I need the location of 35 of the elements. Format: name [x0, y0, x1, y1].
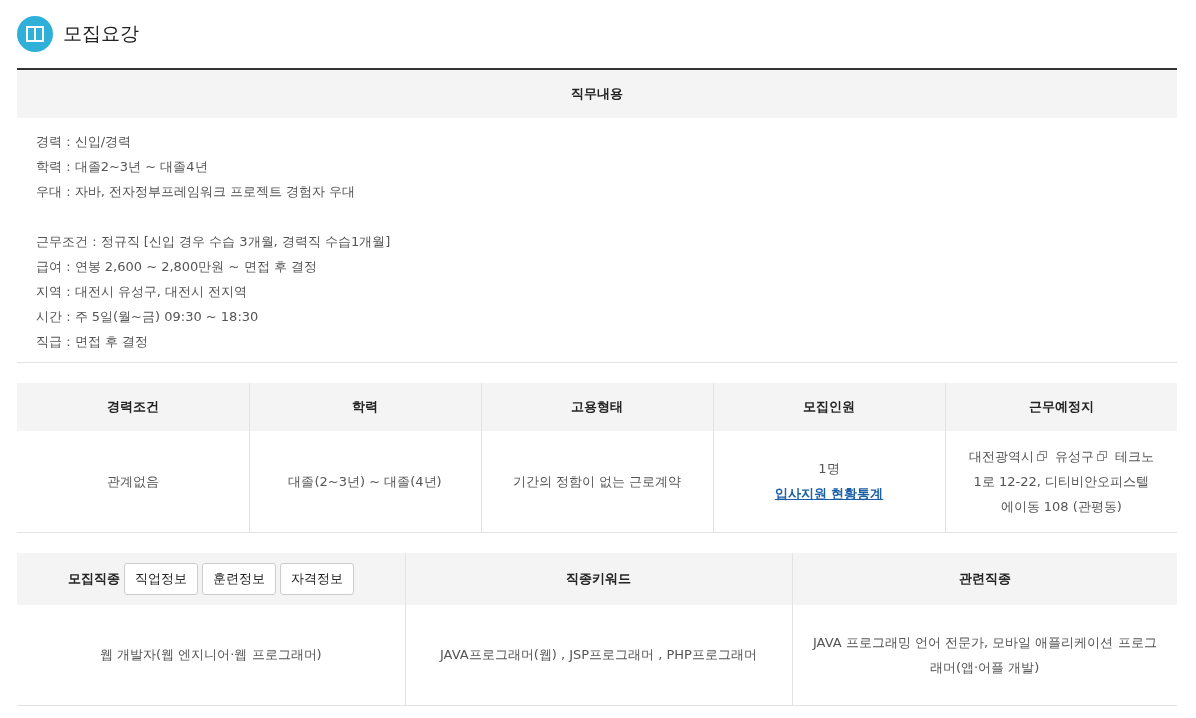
book-icon [17, 16, 53, 52]
column-header: 근무예정지 [1028, 399, 1094, 414]
table-cell: JAVA프로그래머(웹) , JSP프로그래머 , PHP프로그래머 [440, 647, 757, 663]
table-cell: 대졸(2~3년) ~ 대졸(4년) [288, 473, 442, 489]
column-header: 경력조건 [106, 399, 159, 414]
detail-line: 급여 : 연봉 2,600 ~ 2,800만원 ~ 면접 후 결정 [36, 258, 318, 276]
header-label: 직무내용 [571, 85, 623, 103]
table-cell: 기간의 정함이 없는 근로계약 [512, 473, 682, 489]
column-header: 모집직종 [67, 569, 120, 588]
detail-line: 근무조건 : 정규직 [신입 경우 수습 3개월, 경력직 수습1개월] [36, 233, 392, 251]
table-cell: 관계없음 [106, 473, 159, 489]
statistics-link[interactable]: 입사지원 현황통계 [774, 486, 884, 502]
address-text: 대전광역시 유성구 테크노1로 12-22, 디티비안오피스텔 에이동 108 (관평동) [967, 447, 1155, 516]
detail-line: 직급 : 면접 후 결정 [36, 333, 149, 351]
column-header: 직종키워드 [566, 570, 631, 586]
detail-line: 학력 : 대졸2~3년 ~ 대졸4년 [36, 158, 209, 176]
info-button[interactable]: 직업정보 [123, 562, 198, 595]
table-cell-text: 1명 [817, 460, 841, 479]
detail-line: 지역 : 대전시 유성구, 대전시 전지역 [36, 283, 249, 301]
column-header: 학력 [352, 399, 378, 414]
info-button[interactable]: 자격정보 [279, 562, 354, 595]
external-link-icon [1096, 450, 1107, 461]
table-cell: JAVA 프로그래밍 언어 전문가, 모바일 애플리케이션 프로그래머(앱·어플 개발) [812, 634, 1157, 675]
column-header: 고용형태 [571, 399, 623, 414]
column-header: 모집인원 [803, 399, 855, 414]
column-header: 관련직종 [958, 570, 1011, 586]
map-link[interactable]: 대전광역시 [968, 448, 1051, 464]
detail-line: 경력 : 신입/경력 [36, 133, 133, 151]
table-cell: 웹 개발자(웹 엔지니어·웹 프로그래머) [99, 647, 322, 663]
section-title: 모집요강 [63, 21, 139, 46]
detail-line: 시간 : 주 5일(월~금) 09:30 ~ 18:30 [36, 308, 260, 326]
detail-line: 우대 : 자바, 전자정부프레임워크 프로젝트 경험자 우대 [36, 183, 357, 201]
external-link-icon [1036, 450, 1047, 461]
info-button[interactable]: 훈련정보 [201, 562, 276, 595]
map-link[interactable]: 유성구 [1054, 448, 1111, 464]
